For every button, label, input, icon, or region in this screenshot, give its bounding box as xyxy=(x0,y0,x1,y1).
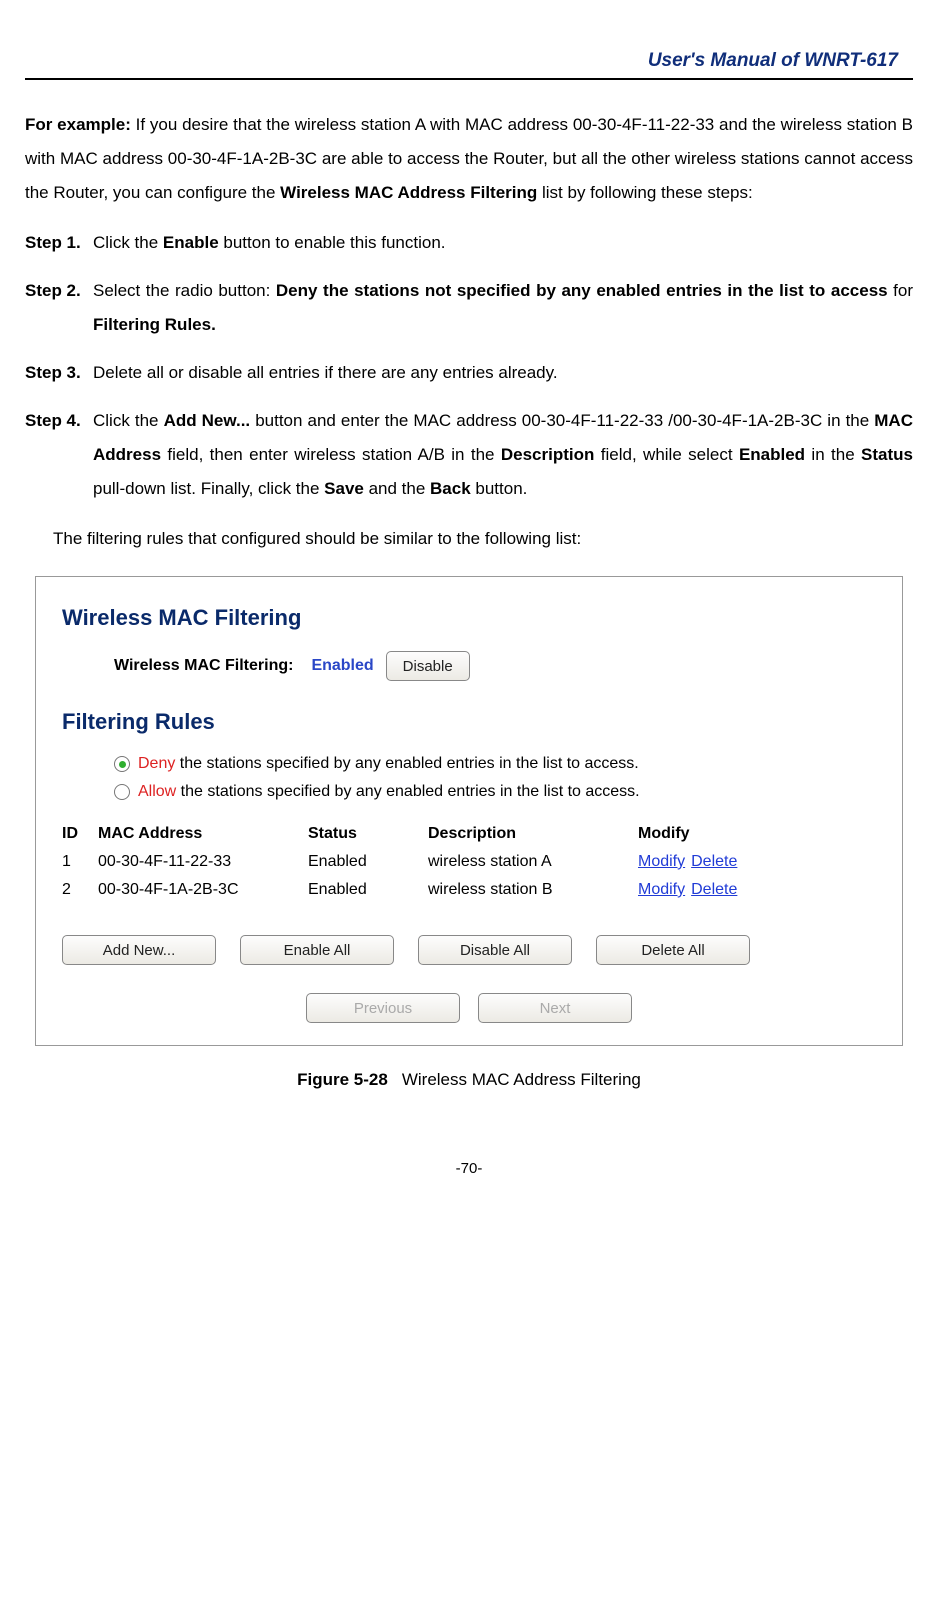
col-status: Status xyxy=(308,825,428,843)
rule-allow-row[interactable]: Allow the stations specified by any enab… xyxy=(114,783,876,801)
step-content: Click the Add New... button and enter th… xyxy=(93,404,913,506)
step-bold: Save xyxy=(324,479,364,498)
step-bold: Back xyxy=(430,479,471,498)
nav-buttons: Previous Next xyxy=(62,993,876,1023)
next-button[interactable]: Next xyxy=(478,993,632,1023)
figure-label: Figure 5-28 xyxy=(297,1070,388,1089)
step-bold: Filtering Rules. xyxy=(93,315,216,334)
cell-desc: wireless station B xyxy=(428,881,638,899)
previous-button[interactable]: Previous xyxy=(306,993,460,1023)
figure-text: Wireless MAC Address Filtering xyxy=(402,1070,641,1089)
table-row: 2 00-30-4F-1A-2B-3C Enabled wireless sta… xyxy=(62,881,876,899)
step-text: button to enable this function. xyxy=(219,233,446,252)
figure-box: Wireless MAC Filtering Wireless MAC Filt… xyxy=(35,576,903,1046)
rule-deny-row[interactable]: Deny the stations specified by any enabl… xyxy=(114,755,876,773)
step-label: Step 3. xyxy=(25,356,93,390)
step-text: button. xyxy=(471,479,528,498)
cell-modify: Modify Delete xyxy=(638,853,876,871)
disable-button[interactable]: Disable xyxy=(386,651,470,681)
table-header: ID MAC Address Status Description Modify xyxy=(62,825,876,843)
step-content: Click the Enable button to enable this f… xyxy=(93,226,913,260)
step-label: Step 1. xyxy=(25,226,93,260)
step-text: for xyxy=(888,281,913,300)
step-4: Step 4. Click the Add New... button and … xyxy=(25,404,913,506)
cell-id: 2 xyxy=(62,881,98,899)
step-content: Select the radio button: Deny the statio… xyxy=(93,274,913,342)
step-bold: Enabled xyxy=(739,445,805,464)
rule-deny-keyword: Deny xyxy=(138,755,175,772)
step-text: Select the radio button: xyxy=(93,281,276,300)
step-bold: Status xyxy=(861,445,913,464)
step-label: Step 4. xyxy=(25,404,93,506)
status-enabled: Enabled xyxy=(311,657,373,675)
step-text: in the xyxy=(805,445,861,464)
status-row: Wireless MAC Filtering: Enabled Disable xyxy=(114,651,876,681)
step-text: pull-down list. Finally, click the xyxy=(93,479,324,498)
step-bold: Description xyxy=(501,445,595,464)
step-2: Step 2. Select the radio button: Deny th… xyxy=(25,274,913,342)
modify-link[interactable]: Modify xyxy=(638,853,685,870)
delete-all-button[interactable]: Delete All xyxy=(596,935,750,965)
step-1: Step 1. Click the Enable button to enabl… xyxy=(25,226,913,260)
step-bold: Add New... xyxy=(164,411,251,430)
add-new-button[interactable]: Add New... xyxy=(62,935,216,965)
intro-lead: For example: xyxy=(25,115,131,134)
step-label: Step 2. xyxy=(25,274,93,342)
step-bold: Enable xyxy=(163,233,219,252)
cell-id: 1 xyxy=(62,853,98,871)
col-mac: MAC Address xyxy=(98,825,308,843)
rule-deny-rest: the stations specified by any enabled en… xyxy=(175,755,638,772)
intro-text2: list by following these steps: xyxy=(537,183,752,202)
step-text: Click the xyxy=(93,233,163,252)
figure-caption: Figure 5-28 Wireless MAC Address Filterin… xyxy=(25,1070,913,1090)
step-text: Click the xyxy=(93,411,164,430)
step-text: field, then enter wireless station A/B i… xyxy=(161,445,501,464)
col-modify: Modify xyxy=(638,825,876,843)
after-steps-text: The filtering rules that configured shou… xyxy=(53,522,913,556)
step-text: field, while select xyxy=(594,445,739,464)
status-label: Wireless MAC Filtering: xyxy=(114,657,293,675)
col-desc: Description xyxy=(428,825,638,843)
panel-title-filtering-rules: Filtering Rules xyxy=(62,709,876,735)
filter-table: ID MAC Address Status Description Modify… xyxy=(62,825,876,899)
header-title: User's Manual of WNRT-617 xyxy=(25,50,913,80)
step-bold: Deny the stations not specified by any e… xyxy=(276,281,888,300)
cell-desc: wireless station A xyxy=(428,853,638,871)
panel-title-mac-filtering: Wireless MAC Filtering xyxy=(62,605,876,631)
page-number: -70- xyxy=(25,1160,913,1177)
delete-link[interactable]: Delete xyxy=(691,853,737,870)
delete-link[interactable]: Delete xyxy=(691,881,737,898)
rule-allow-keyword: Allow xyxy=(138,783,176,800)
disable-all-button[interactable]: Disable All xyxy=(418,935,572,965)
cell-mac: 00-30-4F-11-22-33 xyxy=(98,853,308,871)
modify-link[interactable]: Modify xyxy=(638,881,685,898)
radio-unselected-icon[interactable] xyxy=(114,784,130,800)
intro-paragraph: For example: If you desire that the wire… xyxy=(25,108,913,210)
rule-allow-rest: the stations specified by any enabled en… xyxy=(176,783,639,800)
cell-status: Enabled xyxy=(308,853,428,871)
enable-all-button[interactable]: Enable All xyxy=(240,935,394,965)
step-content: Delete all or disable all entries if the… xyxy=(93,356,913,390)
col-id: ID xyxy=(62,825,98,843)
cell-status: Enabled xyxy=(308,881,428,899)
step-text: and the xyxy=(364,479,430,498)
cell-mac: 00-30-4F-1A-2B-3C xyxy=(98,881,308,899)
step-text: button and enter the MAC address 00-30-4… xyxy=(250,411,874,430)
intro-bold1: Wireless MAC Address Filtering xyxy=(280,183,537,202)
table-row: 1 00-30-4F-11-22-33 Enabled wireless sta… xyxy=(62,853,876,871)
cell-modify: Modify Delete xyxy=(638,881,876,899)
radio-selected-icon[interactable] xyxy=(114,756,130,772)
step-3: Step 3. Delete all or disable all entrie… xyxy=(25,356,913,390)
action-buttons: Add New... Enable All Disable All Delete… xyxy=(62,935,876,965)
